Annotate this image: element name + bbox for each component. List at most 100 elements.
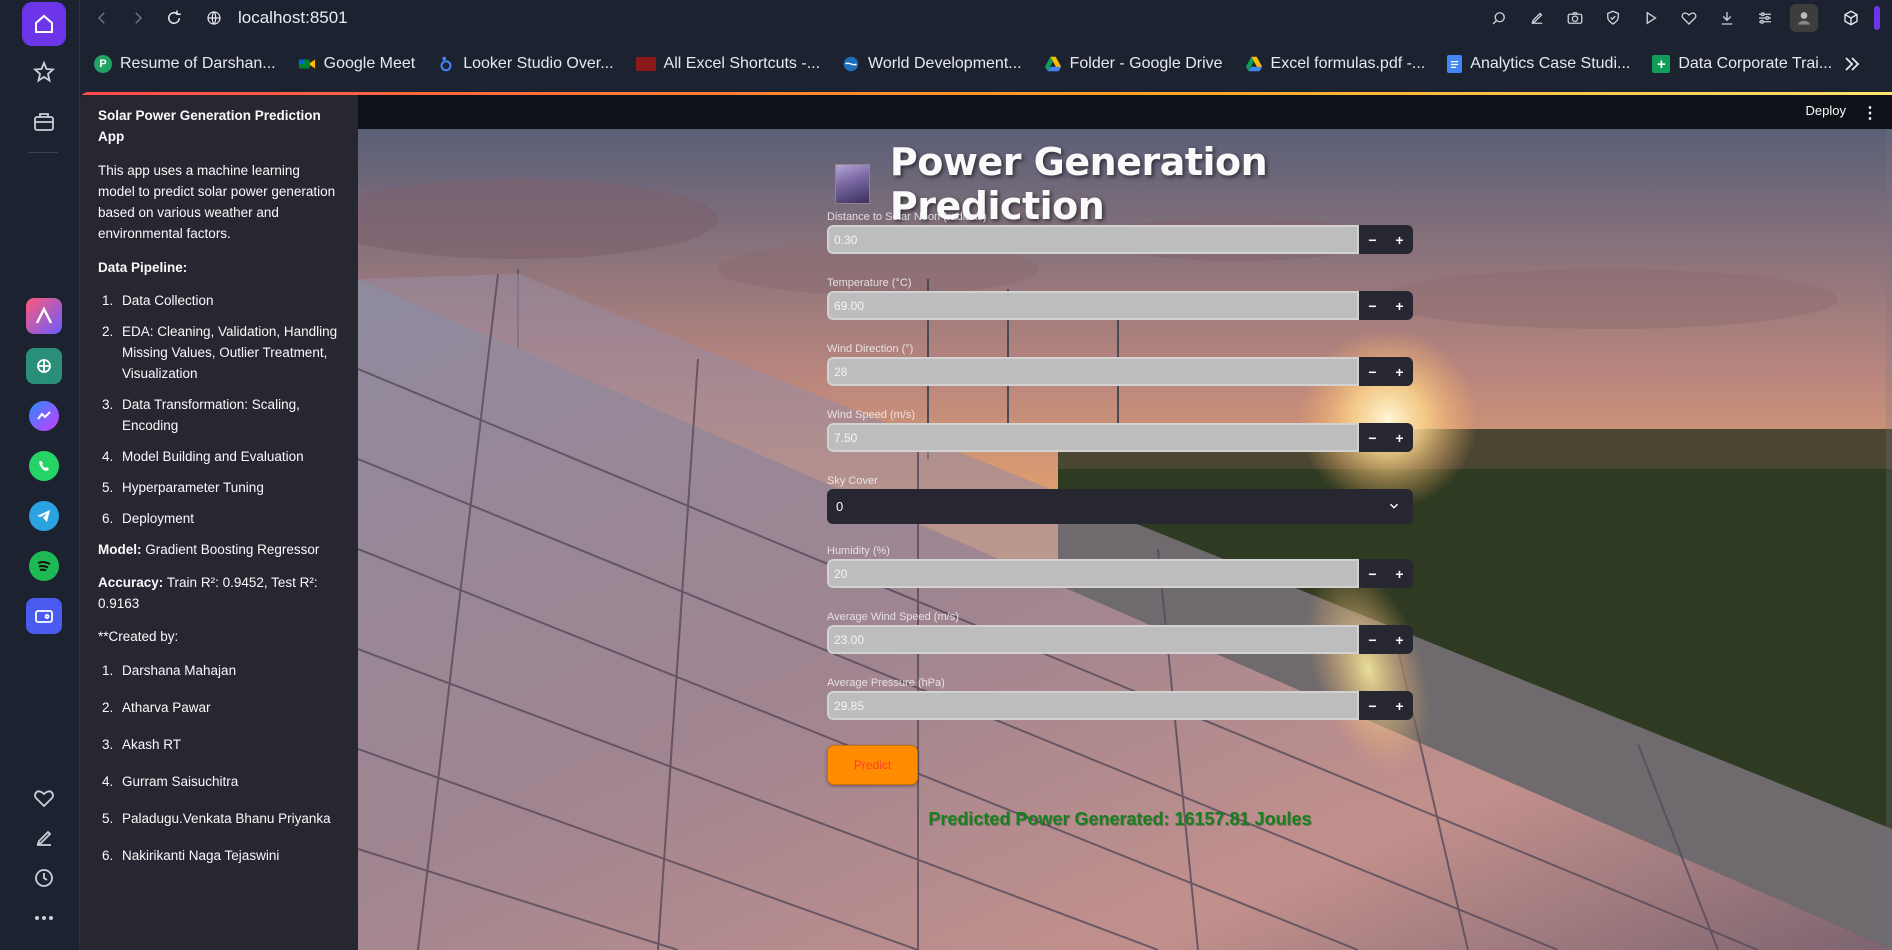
bookmark-label: All Excel Shortcuts -... xyxy=(663,55,821,72)
url-field[interactable]: localhost:8501 xyxy=(238,8,348,28)
select-value: 0 xyxy=(836,499,844,514)
decrement-button[interactable]: − xyxy=(1359,423,1386,452)
increment-button[interactable]: + xyxy=(1386,559,1413,588)
predict-button[interactable]: Predict xyxy=(827,745,918,785)
bookmark-item[interactable]: + Data Corporate Trai... xyxy=(1652,55,1832,73)
spotify-icon[interactable] xyxy=(22,544,66,588)
bookmark-item[interactable]: P Resume of Darshan... xyxy=(94,55,276,73)
main-menu-icon[interactable]: ⋮ xyxy=(1862,103,1878,123)
decrement-button[interactable]: − xyxy=(1359,225,1386,254)
wind-speed-field: Wind Speed (m/s) 7.50 − + xyxy=(827,409,1413,475)
shield-icon[interactable] xyxy=(1594,0,1632,36)
forward-icon[interactable] xyxy=(120,0,156,36)
result-row: Predicted Power Generated: 16157.81 Joul… xyxy=(827,803,1413,843)
number-input[interactable]: 0.30 xyxy=(827,225,1359,254)
workspace-icon[interactable] xyxy=(22,100,66,144)
sky-cover-select[interactable]: 0 xyxy=(827,489,1413,524)
increment-button[interactable]: + xyxy=(1386,691,1413,720)
address-bar-row: localhost:8501 xyxy=(80,0,1892,36)
settings-sliders-icon[interactable] xyxy=(1746,0,1784,36)
creators-list: 1. Darshana Mahajan 2. Atharva Pawar 3. Aka… xyxy=(98,660,340,866)
bookmark-label: Resume of Darshan... xyxy=(120,55,276,72)
more-icon[interactable] xyxy=(22,896,66,940)
decrement-button[interactable]: − xyxy=(1359,625,1386,654)
deploy-button[interactable]: Deploy xyxy=(1806,103,1846,118)
scrollbar[interactable] xyxy=(1886,129,1892,950)
number-input[interactable]: 28 xyxy=(827,357,1359,386)
search-tabs-icon[interactable] xyxy=(1480,0,1518,36)
heart-icon[interactable] xyxy=(22,776,66,820)
list-item: 1. Data Collection xyxy=(102,293,214,308)
number-input-wrap: 20 − + xyxy=(827,559,1413,588)
decrement-button[interactable]: − xyxy=(1359,357,1386,386)
bookmark-label: Looker Studio Over... xyxy=(463,55,614,72)
number-input[interactable]: 69.00 xyxy=(827,291,1359,320)
bookmark-item[interactable]: Google Meet xyxy=(298,55,415,73)
wallet-icon[interactable] xyxy=(22,594,66,638)
bookmark-label: Excel formulas.pdf -... xyxy=(1270,55,1426,72)
increment-button[interactable]: + xyxy=(1386,357,1413,386)
favorite-icon[interactable] xyxy=(1670,0,1708,36)
sidebar-toggle-handle[interactable] xyxy=(1874,6,1880,30)
play-icon[interactable] xyxy=(1632,0,1670,36)
resume-icon: P xyxy=(94,55,112,73)
extensions-cube-icon[interactable] xyxy=(1832,0,1870,36)
increment-button[interactable]: + xyxy=(1386,291,1413,320)
list-item: 3. Data Transformation: Scaling, Encoding xyxy=(102,397,300,433)
field-label: Humidity (%) xyxy=(827,545,890,557)
chatgpt-icon[interactable] xyxy=(22,344,66,388)
bookmark-item[interactable]: Excel formulas.pdf -... xyxy=(1245,55,1426,73)
google-meet-icon xyxy=(298,55,316,73)
bookmark-label: Analytics Case Studi... xyxy=(1470,55,1631,72)
back-icon[interactable] xyxy=(84,0,120,36)
bookmark-item[interactable]: World Development... xyxy=(842,55,1022,73)
bookmark-item[interactable]: Analytics Case Studi... xyxy=(1447,55,1630,73)
field-label: Wind Speed (m/s) xyxy=(827,409,916,421)
temperature-field: Temperature (°C) 69.00 − + xyxy=(827,277,1413,343)
decrement-button[interactable]: − xyxy=(1359,691,1386,720)
pinboard-icon[interactable] xyxy=(22,50,66,94)
download-icon[interactable] xyxy=(1708,0,1746,36)
bookmark-label: Folder - Google Drive xyxy=(1069,55,1223,72)
reload-icon[interactable] xyxy=(156,0,192,36)
profile-avatar[interactable] xyxy=(1790,4,1818,32)
bookmark-label: Data Corporate Trai... xyxy=(1678,55,1833,72)
sidebar-divider xyxy=(28,152,58,153)
chevron-double-right-icon[interactable] xyxy=(1840,52,1864,76)
globe-icon xyxy=(196,0,232,36)
created-by-heading: **Created by: xyxy=(98,629,179,644)
sidebar-description: This app uses a machine learning model t… xyxy=(98,163,336,241)
increment-button[interactable]: + xyxy=(1386,225,1413,254)
field-label: Average Wind Speed (m/s) xyxy=(827,611,959,623)
whatsapp-icon[interactable] xyxy=(22,444,66,488)
number-input[interactable]: 23.00 xyxy=(827,625,1359,654)
model-info: Model: Gradient Boosting Regressor xyxy=(98,542,320,557)
number-input[interactable]: 29.85 xyxy=(827,691,1359,720)
number-input[interactable]: 20 xyxy=(827,559,1359,588)
increment-button[interactable]: + xyxy=(1386,625,1413,654)
edit-note-icon[interactable] xyxy=(22,816,66,860)
title-thumbnail-image xyxy=(835,164,870,204)
camera-icon[interactable] xyxy=(1556,0,1594,36)
bookmark-item[interactable]: Folder - Google Drive xyxy=(1044,55,1223,73)
number-input-wrap: 28 − + xyxy=(827,357,1413,386)
pipeline-heading: Data Pipeline: xyxy=(98,260,188,275)
bookmark-item[interactable]: Looker Studio Over... xyxy=(437,55,614,73)
messenger-icon[interactable] xyxy=(22,394,66,438)
bookmark-item[interactable]: All Excel Shortcuts -... xyxy=(635,55,821,73)
increment-button[interactable]: + xyxy=(1386,423,1413,452)
home-icon[interactable] xyxy=(22,2,66,46)
toolbar-actions xyxy=(1480,0,1880,36)
edit-icon[interactable] xyxy=(1518,0,1556,36)
distance-to-solar-noon-field: Distance to Solar Noon (radians) 0.30 − … xyxy=(827,211,1413,277)
decrement-button[interactable]: − xyxy=(1359,291,1386,320)
average-pressure-field: Average Pressure (hPa) 29.85 − + xyxy=(827,677,1413,743)
decrement-button[interactable]: − xyxy=(1359,559,1386,588)
title-row: Power Generation Prediction xyxy=(827,140,1413,228)
list-item: 4. Gurram Saisuchitra xyxy=(102,774,239,789)
list-item: 4. Model Building and Evaluation xyxy=(102,449,304,464)
number-input[interactable]: 7.50 xyxy=(827,423,1359,452)
history-icon[interactable] xyxy=(22,856,66,900)
telegram-icon[interactable] xyxy=(22,494,66,538)
aria-icon[interactable] xyxy=(22,294,66,338)
